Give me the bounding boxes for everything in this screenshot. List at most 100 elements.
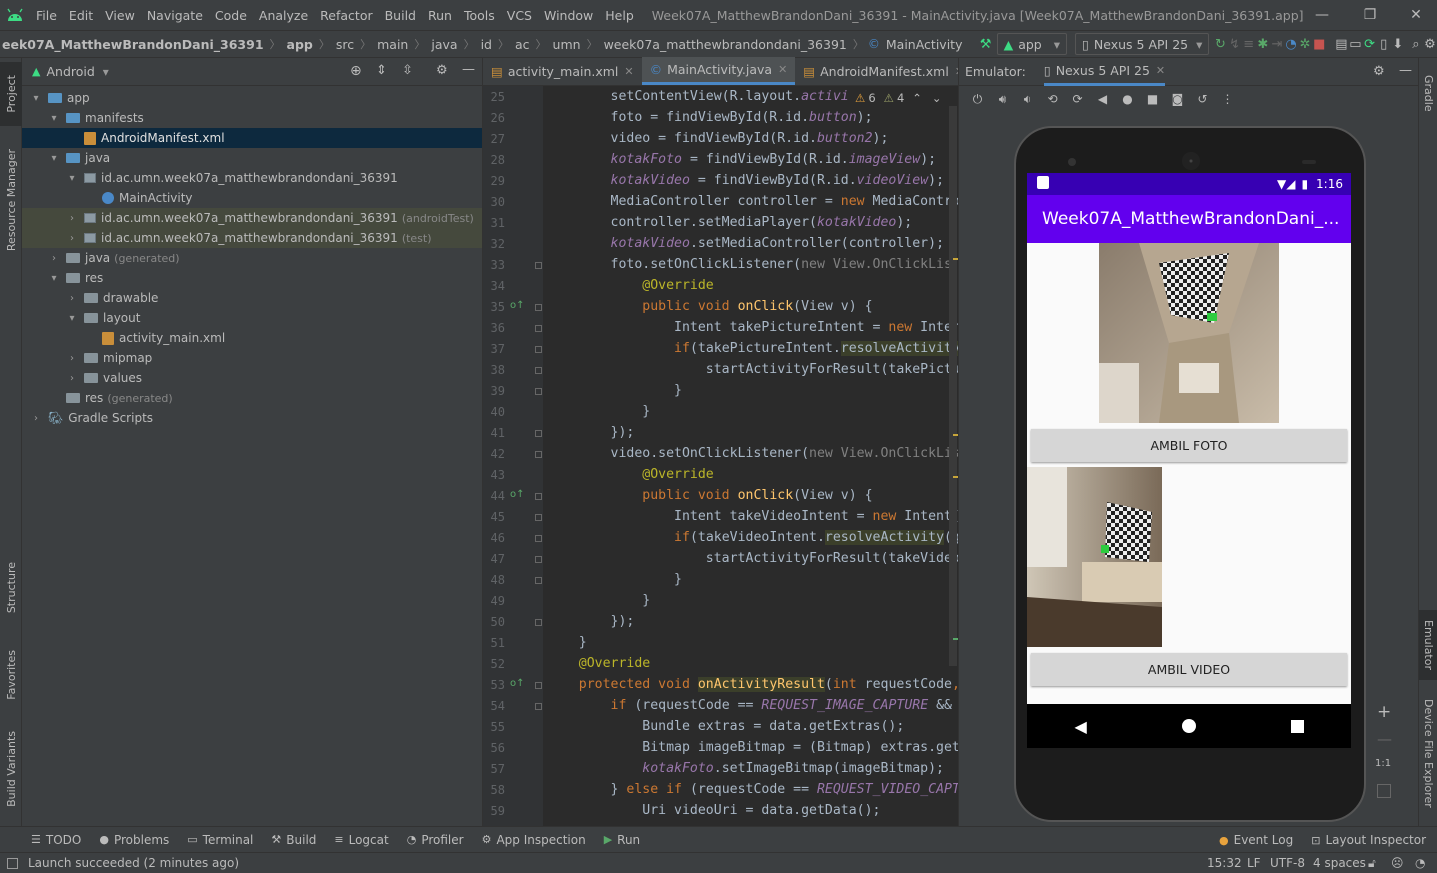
avd-manager-icon[interactable]: ▭ — [1348, 37, 1362, 52]
file-encoding[interactable]: UTF-8 — [1270, 856, 1305, 870]
project-structure-icon[interactable]: ▤ — [1334, 37, 1348, 52]
phone-screen[interactable]: ▼◢ ▮ 1:16 Week07A_MatthewBrandonDani_... — [1027, 173, 1351, 748]
line-separator[interactable]: LF — [1247, 856, 1261, 870]
chevron-right-icon[interactable]: › — [66, 233, 78, 244]
lock-icon[interactable]: 🔓︎ — [1368, 856, 1376, 871]
run-config-select[interactable]: ▲ app ▾ — [996, 33, 1068, 55]
fold-marker-icon[interactable] — [535, 619, 542, 626]
device-file-explorer-tool-tab[interactable]: Device File Explorer — [1419, 694, 1437, 812]
chevron-down-icon[interactable]: ⌄ — [932, 91, 942, 105]
search-icon[interactable]: ⌕ — [1409, 37, 1423, 52]
chevron-down-icon[interactable]: ▾ — [103, 65, 109, 79]
sdk-manager-icon[interactable]: ⬇ — [1391, 37, 1405, 52]
chevron-down-icon[interactable]: ▾ — [48, 113, 60, 124]
ambil-video-button[interactable]: AMBIL VIDEO — [1031, 653, 1347, 686]
structure-tool-tab[interactable]: Structure — [0, 554, 22, 622]
breadcrumb-item[interactable]: main — [375, 37, 410, 52]
breadcrumb-item[interactable]: eek07A_MatthewBrandonDani_36391 — [0, 37, 266, 52]
rerun-icon[interactable]: ↻ — [1213, 37, 1227, 52]
close-icon[interactable]: ✕ — [624, 65, 633, 78]
menu-build[interactable]: Build — [379, 8, 422, 23]
fold-marker-icon[interactable] — [535, 451, 542, 458]
menu-code[interactable]: Code — [209, 8, 253, 23]
breadcrumb-item[interactable]: src — [334, 37, 356, 52]
nav-home-icon[interactable] — [1181, 719, 1196, 733]
menu-window[interactable]: Window — [538, 8, 599, 23]
tool-tab-build[interactable]: ⚒ Build — [262, 833, 325, 847]
close-window-button[interactable]: ✕ — [1393, 0, 1437, 30]
tree-item[interactable]: › drawable — [22, 288, 482, 308]
zoom-fit-icon[interactable] — [1377, 784, 1391, 798]
volume-up-icon[interactable]: 🔊︎ — [990, 92, 1015, 107]
tool-tab-app-inspection[interactable]: ⚙ App Inspection — [473, 833, 595, 847]
menu-run[interactable]: Run — [422, 8, 458, 23]
stop-icon[interactable]: ■ — [1312, 37, 1326, 52]
chevron-right-icon[interactable]: › — [66, 353, 78, 364]
hide-panel-icon[interactable]: — — [462, 62, 475, 77]
rotate-right-icon[interactable]: ⟳ — [1065, 92, 1090, 106]
fold-marker-icon[interactable] — [535, 346, 542, 353]
fold-marker-icon[interactable] — [535, 493, 542, 500]
tool-tab-terminal[interactable]: ▭ Terminal — [178, 833, 262, 847]
chevron-down-icon[interactable]: ▾ — [66, 173, 78, 184]
project-tool-tab[interactable]: Project — [0, 62, 22, 126]
nav-back-icon[interactable]: ◀ — [1074, 717, 1086, 736]
fold-marker-icon[interactable] — [535, 262, 542, 269]
camera-icon[interactable]: ◙ — [1165, 92, 1190, 106]
tree-item[interactable]: › id.ac.umn.week07a_matthewbrandondani_36… — [22, 228, 482, 248]
indent-setting[interactable]: 4 spaces — [1313, 856, 1366, 870]
chevron-right-icon[interactable]: › — [66, 373, 78, 384]
caret-position[interactable]: 15:32 — [1207, 856, 1242, 870]
tree-item[interactable]: › id.ac.umn.week07a_matthewbrandondani_36… — [22, 208, 482, 228]
attach-debugger-icon[interactable]: ⇥ — [1270, 37, 1284, 52]
breadcrumb-item[interactable]: id — [479, 37, 494, 52]
tree-item[interactable]: activity_main.xml — [22, 328, 482, 348]
ambil-foto-button[interactable]: AMBIL FOTO — [1031, 429, 1347, 462]
resource-manager-tool-tab[interactable]: Resource Manager — [0, 140, 22, 260]
tree-item[interactable]: ▾ res — [22, 268, 482, 288]
fold-marker-icon[interactable] — [535, 535, 542, 542]
tool-tab-problems[interactable]: ● Problems — [90, 833, 178, 847]
menu-vcs[interactable]: VCS — [501, 8, 538, 23]
tree-item[interactable]: res (generated) — [22, 388, 482, 408]
fold-marker-icon[interactable] — [535, 430, 542, 437]
tool-tab-logcat[interactable]: ≡ Logcat — [325, 833, 397, 847]
menu-navigate[interactable]: Navigate — [141, 8, 209, 23]
tool-tab-profiler[interactable]: ◔ Profiler — [398, 833, 473, 847]
gear-icon[interactable]: ⚙ — [436, 63, 448, 78]
settings-icon[interactable]: ⚙ — [1423, 37, 1437, 52]
build-variants-tool-tab[interactable]: Build Variants — [0, 724, 22, 814]
breadcrumb-item[interactable]: MainActivity — [884, 37, 965, 52]
attach-process-icon[interactable]: ✲ — [1298, 37, 1312, 52]
profiler-icon[interactable]: ◔ — [1284, 37, 1298, 52]
override-marker-icon[interactable]: o↑ — [510, 678, 525, 689]
close-icon[interactable]: ✕ — [778, 63, 787, 76]
breadcrumb-item[interactable]: ac — [513, 37, 532, 52]
breadcrumb-item[interactable]: java — [429, 37, 459, 52]
chevron-right-icon[interactable]: › — [48, 253, 60, 264]
tool-tab-run[interactable]: ▶ Run — [595, 833, 649, 847]
breadcrumb-item[interactable]: app — [285, 37, 315, 52]
tool-tab-todo[interactable]: ☰ TODO — [22, 833, 90, 847]
editor-scrollbar[interactable] — [949, 106, 957, 666]
power-icon[interactable]: ⏻ — [965, 92, 990, 107]
chevron-down-icon[interactable]: ▾ — [48, 153, 60, 164]
breadcrumb-item[interactable]: week07a_matthewbrandondani_36391 — [602, 37, 849, 52]
tree-item[interactable]: › values — [22, 368, 482, 388]
menu-tools[interactable]: Tools — [458, 8, 501, 23]
maximize-button[interactable]: ❐ — [1347, 0, 1393, 30]
fold-marker-icon[interactable] — [535, 577, 542, 584]
fold-marker-icon[interactable] — [535, 325, 542, 332]
tree-item[interactable]: AndroidManifest.xml — [22, 128, 482, 148]
fold-marker-icon[interactable] — [535, 682, 542, 689]
chevron-up-icon[interactable]: ⌃ — [912, 91, 922, 105]
overview-icon[interactable]: ■ — [1140, 92, 1165, 106]
fold-marker-icon[interactable] — [535, 367, 542, 374]
zoom-actual-size[interactable]: 1:1 — [1375, 758, 1391, 769]
rotate-left-icon[interactable]: ⟲ — [1040, 92, 1065, 106]
project-view-mode[interactable]: Android — [46, 64, 94, 79]
gradle-tool-tab[interactable]: Gradle — [1419, 64, 1437, 122]
tree-item[interactable]: MainActivity — [22, 188, 482, 208]
apply-changes-icon[interactable]: ↯ — [1228, 37, 1242, 52]
locate-icon[interactable]: ⊕ — [350, 63, 362, 79]
